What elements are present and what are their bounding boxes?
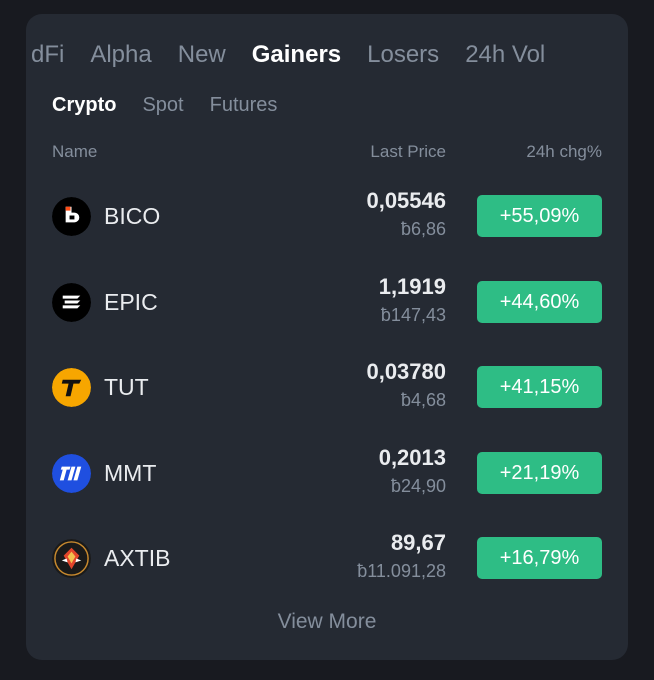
category-tabs: dFi Alpha New Gainers Losers 24h Vol [26, 36, 628, 76]
last-price: 0,05546 [366, 188, 446, 213]
axtib-icon [52, 539, 91, 578]
coin-list: BICO 0,05546 ƀ6,86 +55,09% EPIC 1,1919 ƀ… [52, 184, 602, 612]
column-price-header[interactable]: Last Price [370, 142, 446, 162]
fiat-price: ƀ4,68 [400, 390, 446, 410]
coin-symbol: TUT [104, 374, 149, 400]
coin-row-axtib[interactable]: AXTIB 89,67 ƀ11.091,28 +16,79% [52, 526, 602, 612]
fiat-price: ƀ11.091,28 [357, 561, 446, 581]
change-badge[interactable]: +55,09% [477, 195, 602, 237]
subtab-spot[interactable]: Spot [142, 92, 183, 118]
column-change-header[interactable]: 24h chg% [526, 142, 602, 162]
tab-new[interactable]: New [165, 36, 239, 74]
market-card: dFi Alpha New Gainers Losers 24h Vol Cry… [26, 14, 628, 660]
tab-alpha[interactable]: Alpha [77, 36, 164, 74]
fiat-price: ƀ6,86 [400, 219, 446, 239]
last-price: 89,67 [390, 530, 446, 555]
change-badge[interactable]: +16,79% [477, 537, 602, 579]
subtab-futures[interactable]: Futures [210, 92, 278, 118]
last-price: 1,1919 [378, 273, 446, 299]
coin-row-bico[interactable]: BICO 0,05546 ƀ6,86 +55,09% [52, 184, 602, 270]
change-badge[interactable]: +44,60% [477, 280, 602, 323]
last-price: 0,03780 [366, 359, 446, 384]
bico-icon [52, 197, 91, 236]
market-type-tabs: Crypto Spot Futures [52, 92, 277, 118]
tab-gainers[interactable]: Gainers [239, 36, 354, 74]
tab-24h-vol[interactable]: 24h Vol [452, 36, 558, 74]
coin-symbol: BICO [104, 203, 161, 229]
tab-losers[interactable]: Losers [354, 36, 452, 74]
tut-icon [52, 368, 91, 407]
fiat-price: ƀ24,90 [390, 475, 446, 496]
view-more-link[interactable]: View More [26, 610, 628, 634]
last-price: 0,2013 [378, 444, 446, 470]
fiat-price: ƀ147,43 [380, 304, 446, 325]
coin-row-tut[interactable]: TUT 0,03780 ƀ4,68 +41,15% [52, 355, 602, 441]
tab-defi[interactable]: dFi [26, 36, 77, 74]
mmt-icon [52, 453, 91, 493]
epic-icon [52, 282, 91, 322]
table-header: Name Last Price 24h chg% [52, 142, 602, 162]
coin-row-mmt[interactable]: MMT 0,2013 ƀ24,90 +21,19% [52, 441, 602, 527]
change-badge[interactable]: +21,19% [477, 451, 602, 494]
column-name-header[interactable]: Name [52, 142, 97, 162]
subtab-crypto[interactable]: Crypto [52, 92, 116, 118]
change-badge[interactable]: +41,15% [477, 366, 602, 408]
coin-row-epic[interactable]: EPIC 1,1919 ƀ147,43 +44,60% [52, 270, 602, 356]
coin-symbol: AXTIB [104, 545, 171, 571]
coin-symbol: EPIC [104, 288, 158, 315]
coin-symbol: MMT [104, 459, 157, 486]
